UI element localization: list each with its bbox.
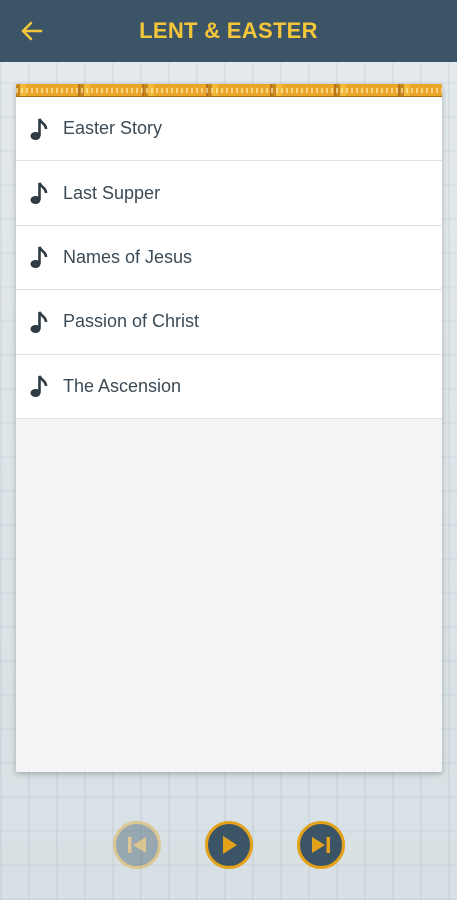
music-note-icon xyxy=(30,244,50,270)
player-controls xyxy=(0,815,457,875)
list-item-last-supper[interactable]: Last Supper xyxy=(16,161,442,226)
song-title: Names of Jesus xyxy=(63,246,193,267)
skip-previous-icon xyxy=(127,837,146,853)
music-note-icon xyxy=(30,373,50,399)
decorative-border xyxy=(16,84,442,97)
song-title: Passion of Christ xyxy=(63,311,200,332)
music-note-icon xyxy=(30,116,50,142)
list-item-the-ascension[interactable]: The Ascension xyxy=(16,354,442,419)
list-item-easter-story[interactable]: Easter Story xyxy=(16,97,442,162)
list-item-names-of-jesus[interactable]: Names of Jesus xyxy=(16,225,442,291)
arrow-left-icon xyxy=(21,21,43,41)
app-bar: LENT & EASTER xyxy=(0,0,457,62)
back-button[interactable] xyxy=(14,15,50,47)
song-title: The Ascension xyxy=(63,375,182,396)
song-title: Easter Story xyxy=(63,118,163,139)
song-list: Easter Story Last Supper Names of Jesus … xyxy=(16,97,442,419)
music-note-icon xyxy=(30,309,50,335)
play-icon xyxy=(222,836,237,854)
skip-previous-button[interactable] xyxy=(112,821,161,869)
page-title: LENT & EASTER xyxy=(139,18,318,43)
skip-next-icon xyxy=(311,837,330,853)
song-list-card: Easter Story Last Supper Names of Jesus … xyxy=(16,84,442,772)
music-note-icon xyxy=(30,180,50,206)
skip-next-button[interactable] xyxy=(296,821,345,869)
song-title: Last Supper xyxy=(63,182,161,203)
list-item-passion-of-christ[interactable]: Passion of Christ xyxy=(16,290,442,355)
play-button[interactable] xyxy=(204,821,253,869)
